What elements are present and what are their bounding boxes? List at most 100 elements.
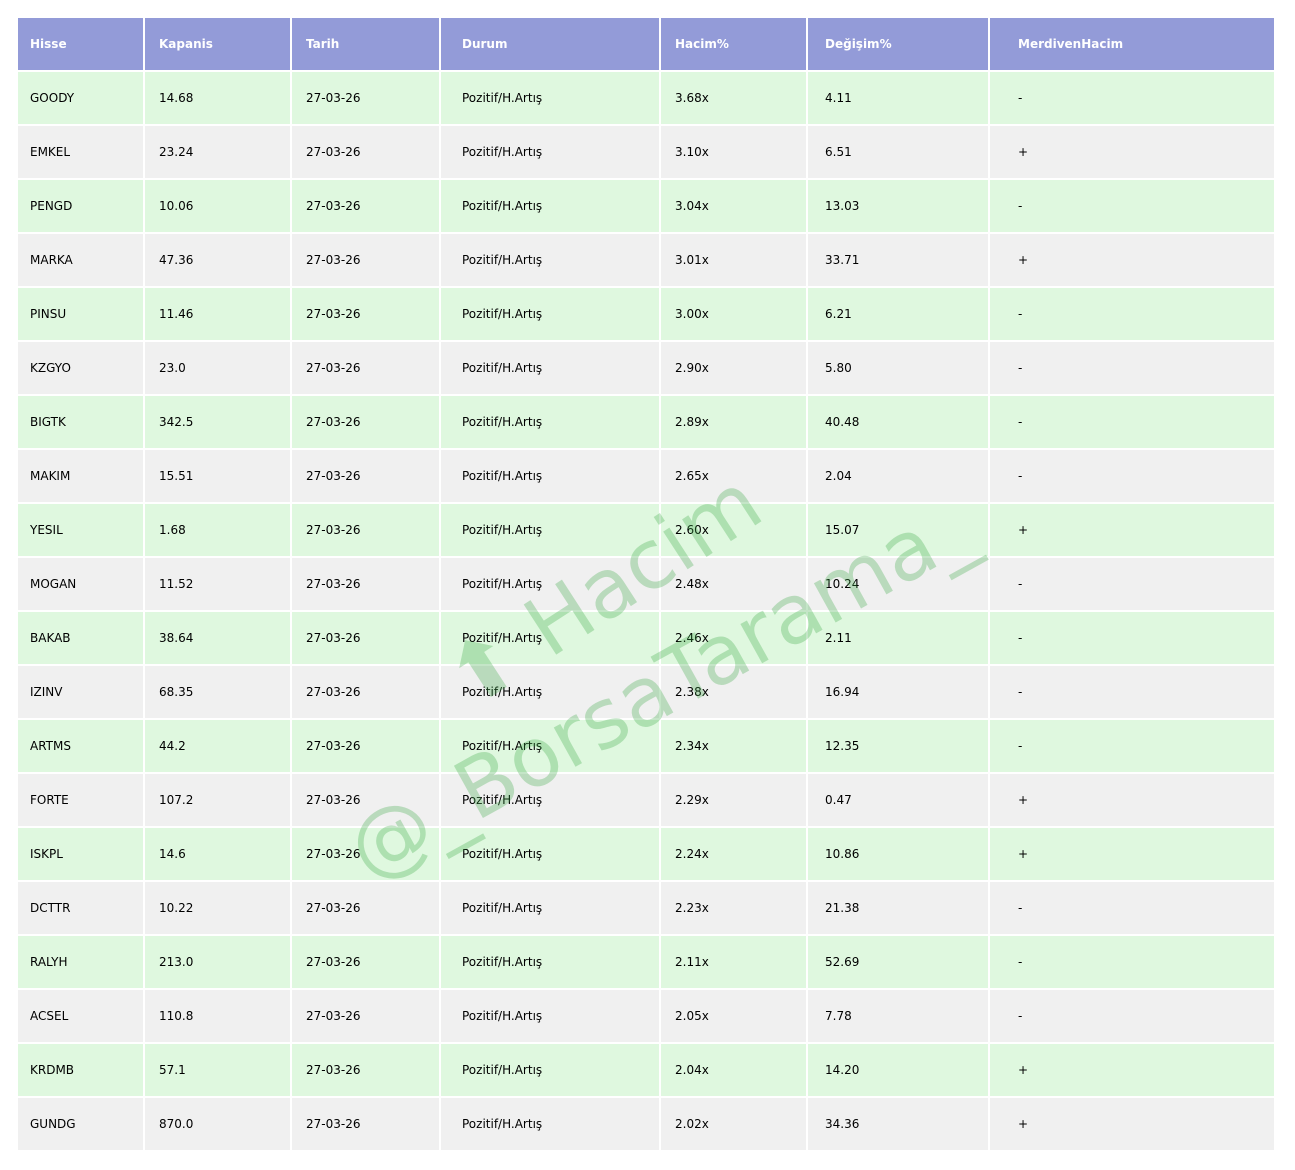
table-cell: MARKA — [18, 234, 143, 286]
table-cell: FORTE — [18, 774, 143, 826]
table-cell: ACSEL — [18, 990, 143, 1042]
table-cell: 10.06 — [145, 180, 290, 232]
table-cell: Pozitif/H.Artış — [441, 1098, 659, 1150]
table-cell: 2.24x — [661, 828, 806, 880]
table-cell: PINSU — [18, 288, 143, 340]
table-cell: 34.36 — [808, 1098, 988, 1150]
table-cell: 27-03-26 — [292, 882, 439, 934]
table-row: MARKA 47.36 27-03-26 Pozitif/H.Artış 3.01x 33… — [18, 234, 1274, 286]
column-header-hisse[interactable]: Hisse — [18, 18, 143, 70]
table-cell: 14.20 — [808, 1044, 988, 1096]
table-cell: GOODY — [18, 72, 143, 124]
table-cell: 52.69 — [808, 936, 988, 988]
table-cell: 27-03-26 — [292, 558, 439, 610]
table-cell: 2.90x — [661, 342, 806, 394]
table-row: GOODY 14.68 27-03-26 Pozitif/H.Artış 3.68x 4.… — [18, 72, 1274, 124]
table-cell: - — [990, 666, 1274, 718]
table-cell: - — [990, 882, 1274, 934]
table-cell: 57.1 — [145, 1044, 290, 1096]
table-cell: - — [990, 72, 1274, 124]
table-cell: 3.04x — [661, 180, 806, 232]
table-row: BIGTK 342.5 27-03-26 Pozitif/H.Artış 2.89x 40… — [18, 396, 1274, 448]
column-header-kapanis[interactable]: Kapanis — [145, 18, 290, 70]
table-cell: Pozitif/H.Artış — [441, 936, 659, 988]
table-cell: 2.23x — [661, 882, 806, 934]
table-header-row: Hisse Kapanis Tarih Durum Hacim% Değişim% Merd… — [18, 18, 1274, 70]
table-cell: 2.89x — [661, 396, 806, 448]
table-row: MAKIM 15.51 27-03-26 Pozitif/H.Artış 2.65x 2.… — [18, 450, 1274, 502]
table-row: KZGYO 23.0 27-03-26 Pozitif/H.Artış 2.90x 5.8… — [18, 342, 1274, 394]
table-cell: EMKEL — [18, 126, 143, 178]
table-cell: Pozitif/H.Artış — [441, 666, 659, 718]
column-header-deiim[interactable]: Değişim% — [808, 18, 988, 70]
table-cell: MAKIM — [18, 450, 143, 502]
table-cell: ISKPL — [18, 828, 143, 880]
table-cell: 21.38 — [808, 882, 988, 934]
table-cell: Pozitif/H.Artış — [441, 774, 659, 826]
table-cell: Pozitif/H.Artış — [441, 126, 659, 178]
table-cell: Pozitif/H.Artış — [441, 990, 659, 1042]
table-cell: Pozitif/H.Artış — [441, 234, 659, 286]
table-cell: 10.22 — [145, 882, 290, 934]
table-cell: 5.80 — [808, 342, 988, 394]
table-cell: + — [990, 234, 1274, 286]
table-cell: 2.65x — [661, 450, 806, 502]
table-cell: 10.24 — [808, 558, 988, 610]
table-row: FORTE 107.2 27-03-26 Pozitif/H.Artış 2.29x 0.… — [18, 774, 1274, 826]
table-row: ISKPL 14.6 27-03-26 Pozitif/H.Artış 2.24x 10.… — [18, 828, 1274, 880]
column-header-hacim[interactable]: Hacim% — [661, 18, 806, 70]
table-cell: - — [990, 612, 1274, 664]
table-row: EMKEL 23.24 27-03-26 Pozitif/H.Artış 3.10x 6.… — [18, 126, 1274, 178]
table-cell: Pozitif/H.Artış — [441, 342, 659, 394]
column-header-merdivenhacim[interactable]: MerdivenHacim — [990, 18, 1274, 70]
table-cell: - — [990, 342, 1274, 394]
table-row: PENGD 10.06 27-03-26 Pozitif/H.Artış 3.04x 13… — [18, 180, 1274, 232]
table-cell: 15.51 — [145, 450, 290, 502]
table-cell: YESIL — [18, 504, 143, 556]
table-cell: + — [990, 1044, 1274, 1096]
table-cell: + — [990, 504, 1274, 556]
table-cell: 2.46x — [661, 612, 806, 664]
column-header-durum[interactable]: Durum — [441, 18, 659, 70]
table-cell: 27-03-26 — [292, 612, 439, 664]
table-row: RALYH 213.0 27-03-26 Pozitif/H.Artış 2.11x 52… — [18, 936, 1274, 988]
table-cell: 27-03-26 — [292, 234, 439, 286]
table-cell: KZGYO — [18, 342, 143, 394]
table-cell: 27-03-26 — [292, 1044, 439, 1096]
table-cell: Pozitif/H.Artış — [441, 450, 659, 502]
table-cell: ARTMS — [18, 720, 143, 772]
table-cell: - — [990, 288, 1274, 340]
column-header-tarih[interactable]: Tarih — [292, 18, 439, 70]
table-cell: 4.11 — [808, 72, 988, 124]
table-cell: 15.07 — [808, 504, 988, 556]
table-cell: BAKAB — [18, 612, 143, 664]
table-cell: 27-03-26 — [292, 342, 439, 394]
table-cell: 7.78 — [808, 990, 988, 1042]
table-row: MOGAN 11.52 27-03-26 Pozitif/H.Artış 2.48x 10… — [18, 558, 1274, 610]
table-cell: 110.8 — [145, 990, 290, 1042]
table-cell: 2.04x — [661, 1044, 806, 1096]
table-cell: PENGD — [18, 180, 143, 232]
table-cell: 6.51 — [808, 126, 988, 178]
table-row: YESIL 1.68 27-03-26 Pozitif/H.Artış 2.60x 15.… — [18, 504, 1274, 556]
table-cell: 2.11 — [808, 612, 988, 664]
table-cell: + — [990, 126, 1274, 178]
table-cell: 2.34x — [661, 720, 806, 772]
table-cell: 40.48 — [808, 396, 988, 448]
table-cell: + — [990, 828, 1274, 880]
stock-screener-table: Hisse Kapanis Tarih Durum Hacim% Değişim% Merd… — [16, 16, 1276, 1152]
table-cell: Pozitif/H.Artış — [441, 396, 659, 448]
table-cell: GUNDG — [18, 1098, 143, 1150]
table-row: BAKAB 38.64 27-03-26 Pozitif/H.Artış 2.46x 2.… — [18, 612, 1274, 664]
table-cell: - — [990, 936, 1274, 988]
table-cell: 27-03-26 — [292, 666, 439, 718]
table-cell: 3.68x — [661, 72, 806, 124]
table-cell: - — [990, 990, 1274, 1042]
table-cell: 11.46 — [145, 288, 290, 340]
table-cell: MOGAN — [18, 558, 143, 610]
table-cell: 107.2 — [145, 774, 290, 826]
table-cell: 68.35 — [145, 666, 290, 718]
table-cell: 14.68 — [145, 72, 290, 124]
table-cell: 23.0 — [145, 342, 290, 394]
table-cell: 27-03-26 — [292, 504, 439, 556]
